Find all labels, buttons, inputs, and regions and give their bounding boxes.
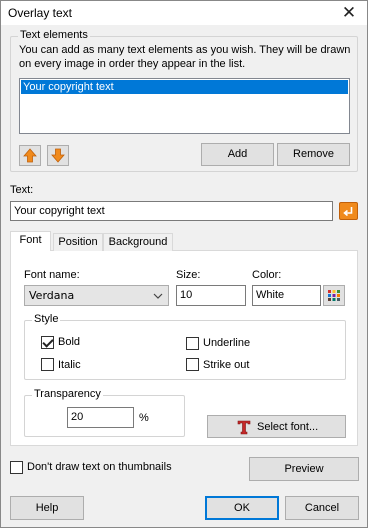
tab-position[interactable]: Position (53, 233, 103, 251)
text-label: Text: (10, 184, 34, 196)
font-name-value: Verdana (29, 289, 75, 302)
insert-variable-icon (343, 207, 353, 217)
cancel-button[interactable]: Cancel (285, 496, 359, 520)
window-title: Overlay text (8, 6, 73, 20)
text-elements-legend: Text elements (18, 29, 90, 41)
size-input[interactable]: 10 (176, 285, 246, 306)
preview-button[interactable]: Preview (249, 457, 359, 481)
font-name-select[interactable]: Verdana (24, 285, 169, 306)
add-button[interactable]: Add (201, 143, 274, 166)
remove-button[interactable]: Remove (277, 143, 350, 166)
text-elements-description: You can add as many text elements as you… (19, 44, 351, 70)
thumbnails-label[interactable]: Don't draw text on thumbnails (27, 461, 172, 473)
transparency-unit: % (139, 412, 149, 424)
select-font-button[interactable]: Select font... (207, 415, 346, 438)
color-palette-icon (328, 290, 340, 301)
style-legend: Style (32, 313, 61, 325)
arrow-up-icon (23, 148, 37, 163)
help-button[interactable]: Help (10, 496, 84, 520)
bold-label[interactable]: Bold (58, 336, 80, 348)
title-bar: Overlay text ✕ (1, 1, 367, 25)
arrow-down-icon (51, 148, 65, 163)
text-input[interactable]: Your copyright text (10, 201, 333, 221)
font-name-label: Font name: (24, 269, 80, 281)
transparency-input[interactable]: 20 (67, 407, 134, 428)
transparency-legend: Transparency (32, 388, 103, 400)
move-up-button[interactable] (19, 145, 41, 166)
overlay-text-dialog: Overlay text ✕ Text elements You can add… (0, 0, 368, 528)
bold-checkbox[interactable] (41, 336, 54, 349)
insert-variable-button[interactable] (339, 202, 358, 220)
chevron-down-icon (153, 293, 163, 299)
thumbnails-checkbox[interactable] (10, 461, 23, 474)
ok-button[interactable]: OK (205, 496, 279, 520)
size-label: Size: (176, 269, 201, 281)
close-icon[interactable]: ✕ (335, 1, 363, 25)
tab-background[interactable]: Background (103, 233, 173, 251)
tab-font[interactable]: Font (10, 231, 51, 251)
underline-checkbox[interactable] (186, 337, 199, 350)
strikeout-checkbox[interactable] (186, 358, 199, 371)
move-down-button[interactable] (47, 145, 69, 166)
italic-label[interactable]: Italic (58, 359, 81, 371)
style-group: Style (24, 313, 346, 380)
strikeout-label[interactable]: Strike out (203, 359, 249, 371)
text-elements-group: Text elements You can add as many text e… (10, 29, 358, 172)
color-input[interactable]: White (252, 285, 321, 306)
list-item[interactable]: Your copyright text (21, 80, 348, 94)
text-elements-list[interactable]: Your copyright text (19, 78, 350, 134)
italic-checkbox[interactable] (41, 358, 54, 371)
font-icon (237, 420, 251, 435)
underline-label[interactable]: Underline (203, 337, 250, 349)
color-picker-button[interactable] (323, 285, 345, 306)
select-font-label: Select font... (257, 421, 319, 433)
color-label: Color: (252, 269, 282, 281)
